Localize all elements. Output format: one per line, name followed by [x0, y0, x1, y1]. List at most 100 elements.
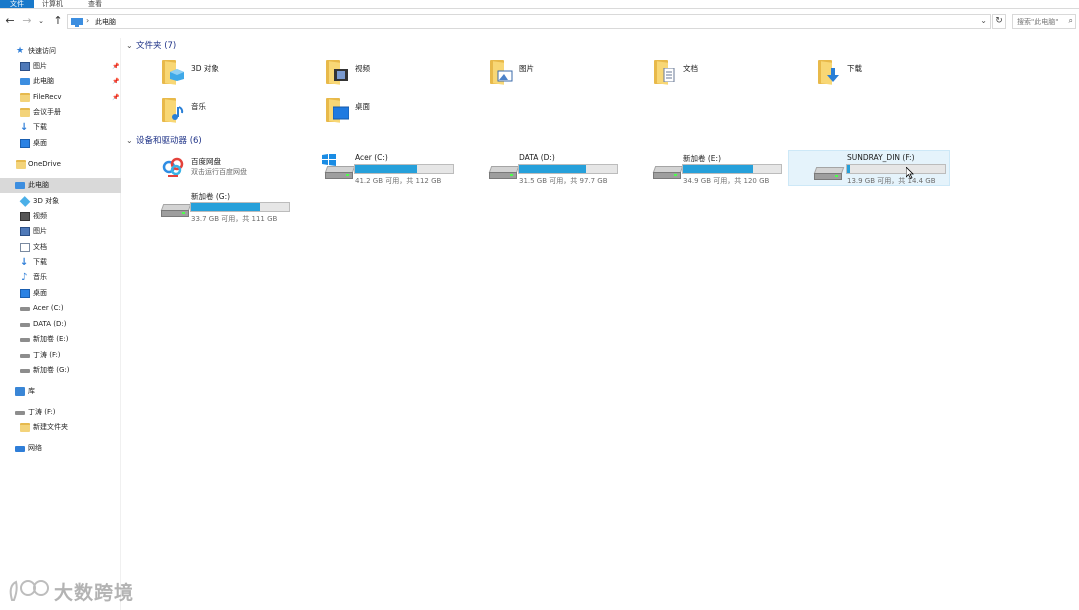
address-history-chevron-icon[interactable]: ⌄	[980, 16, 987, 25]
drive-usage-fill	[847, 165, 850, 173]
search-icon: ⌕	[1068, 16, 1073, 25]
nav-label: 下载	[33, 258, 47, 266]
drive-space: 31.5 GB 可用，共 97.7 GB	[519, 177, 608, 185]
group-title: 设备和驱动器 (6)	[136, 136, 202, 146]
nav-item-meeting-manual[interactable]: 会议手册	[0, 105, 121, 120]
nav-item-desktop-pc[interactable]: 桌面	[0, 286, 121, 301]
drive-space: 13.9 GB 可用，共 14.4 GB	[847, 177, 936, 185]
nav-item-filerecv[interactable]: FileRecv 📌	[0, 90, 121, 105]
windows-logo-icon	[322, 154, 336, 166]
hard-drive-icon	[160, 204, 192, 218]
drive-usage-bar	[354, 164, 454, 174]
nav-item-drive-f[interactable]: 丁涛 (F:)	[0, 348, 121, 363]
folders-group-header[interactable]: ⌄ 文件夹 (7)	[126, 39, 176, 52]
folder-tile-videos[interactable]: 视频	[322, 56, 484, 92]
devices-group-header[interactable]: ⌄ 设备和驱动器 (6)	[126, 134, 202, 147]
folder-icon	[20, 93, 30, 102]
nav-item-pictures[interactable]: 图片 📌	[0, 59, 121, 74]
nav-item-new-folder[interactable]: 新建文件夹	[0, 420, 121, 435]
forward-button[interactable]: →	[21, 14, 33, 28]
device-tile-baidu-netdisk[interactable]: 百度网盘 双击运行百度网盘	[158, 152, 320, 188]
chevron-down-icon: ⌄	[126, 41, 133, 50]
address-bar[interactable]: › 此电脑 ⌄	[67, 14, 991, 29]
folder-tile-desktop[interactable]: 桌面	[322, 94, 484, 130]
breadcrumb-separator-icon[interactable]: ›	[86, 16, 89, 25]
nav-network[interactable]: 网络	[0, 441, 121, 456]
folder-tile-documents[interactable]: 文档	[650, 56, 812, 92]
search-box[interactable]: ⌕	[1012, 14, 1076, 29]
nav-item-drive-e[interactable]: 新加卷 (E:)	[0, 332, 121, 347]
nav-item-drive-c[interactable]: Acer (C:)	[0, 301, 121, 316]
folder-tile-downloads[interactable]: 下载	[814, 56, 976, 92]
nav-label: 此电脑	[33, 77, 54, 85]
nav-label: DATA (D:)	[33, 320, 67, 328]
nav-item-desktop[interactable]: 桌面	[0, 136, 121, 151]
download-icon	[818, 60, 844, 85]
nav-label: 丁涛 (F:)	[28, 408, 56, 416]
tab-view[interactable]: 查看	[82, 0, 108, 8]
tab-computer[interactable]: 计算机	[36, 0, 69, 8]
nav-item-downloads-pc[interactable]: ↓ 下载	[0, 255, 121, 270]
nav-item-music[interactable]: ♪ 音乐	[0, 270, 121, 285]
up-button[interactable]: ↑	[52, 14, 64, 28]
drive-usage-bar	[518, 164, 618, 174]
refresh-button[interactable]: ↻	[992, 14, 1006, 29]
nav-item-3d-objects[interactable]: 3D 对象	[0, 194, 121, 209]
star-icon: ★	[16, 46, 25, 56]
onedrive-icon	[16, 160, 26, 169]
nav-label: 视频	[33, 212, 47, 220]
folder-name: 视频	[355, 64, 370, 73]
nav-quick-access[interactable]: ★ 快速访问	[0, 44, 121, 59]
nav-label: 图片	[33, 227, 47, 235]
drive-usage-fill	[683, 165, 753, 173]
documents-icon	[20, 243, 30, 252]
folder-name: 3D 对象	[191, 64, 219, 73]
folder-icon	[20, 108, 30, 117]
videos-icon	[20, 212, 30, 221]
nav-item-this-pc-pinned[interactable]: 此电脑 📌	[0, 74, 121, 89]
nav-label: 库	[28, 387, 35, 395]
desktop-icon	[20, 289, 30, 298]
hard-drive-icon	[652, 166, 684, 180]
breadcrumb-this-pc[interactable]: 此电脑	[95, 17, 116, 27]
nav-item-pictures-pc[interactable]: 图片	[0, 224, 121, 239]
music-icon: ♪	[21, 272, 28, 283]
folder-tile-music[interactable]: 音乐	[158, 94, 320, 130]
nav-item-drive-d[interactable]: DATA (D:)	[0, 317, 121, 332]
ribbon-tabs: 文件 计算机 查看	[0, 0, 1079, 9]
nav-item-videos[interactable]: 视频	[0, 209, 121, 224]
nav-label: OneDrive	[28, 160, 61, 168]
drive-tile-d[interactable]: DATA (D:) 31.5 GB 可用，共 97.7 GB	[486, 152, 648, 188]
nav-onedrive[interactable]: OneDrive	[0, 157, 121, 172]
nav-libraries[interactable]: 库	[0, 384, 121, 399]
nav-label: 此电脑	[28, 181, 49, 189]
recent-locations-button[interactable]: ⌄	[35, 14, 47, 28]
documents-icon	[654, 60, 680, 85]
drive-usage-bar	[190, 202, 290, 212]
drive-tile-g[interactable]: 新加卷 (G:) 33.7 GB 可用，共 111 GB	[158, 188, 320, 224]
nav-usb-drive[interactable]: 丁涛 (F:)	[0, 405, 121, 420]
pin-icon: 📌	[112, 94, 120, 101]
up-arrow-icon: ↑	[53, 14, 63, 27]
nav-label: 图片	[33, 62, 47, 70]
nav-item-documents[interactable]: 文档	[0, 240, 121, 255]
nav-label: 桌面	[33, 139, 47, 147]
nav-item-drive-g[interactable]: 新加卷 (G:)	[0, 363, 121, 378]
nav-label: 丁涛 (F:)	[33, 351, 61, 359]
back-button[interactable]: ←	[4, 14, 16, 28]
drive-tile-f[interactable]: SUNDRAY_DIN (F:) 13.9 GB 可用，共 14.4 GB	[788, 150, 950, 186]
folder-tile-3d-objects[interactable]: 3D 对象	[158, 56, 320, 92]
libraries-icon	[15, 387, 25, 396]
watermark-text: 大数跨境	[54, 582, 135, 604]
device-name: 百度网盘	[191, 157, 221, 166]
nav-label: 快速访问	[28, 47, 56, 55]
search-input[interactable]	[1013, 15, 1063, 28]
folder-tile-pictures[interactable]: 图片	[486, 56, 648, 92]
music-icon	[162, 98, 188, 123]
nav-this-pc[interactable]: 此电脑	[0, 178, 121, 193]
nav-item-downloads[interactable]: ↓ 下载	[0, 120, 121, 135]
drive-usage-bar	[682, 164, 782, 174]
drive-tile-c[interactable]: Acer (C:) 41.2 GB 可用，共 112 GB	[322, 152, 484, 188]
tab-file[interactable]: 文件	[0, 0, 34, 8]
pictures-icon	[20, 227, 30, 236]
